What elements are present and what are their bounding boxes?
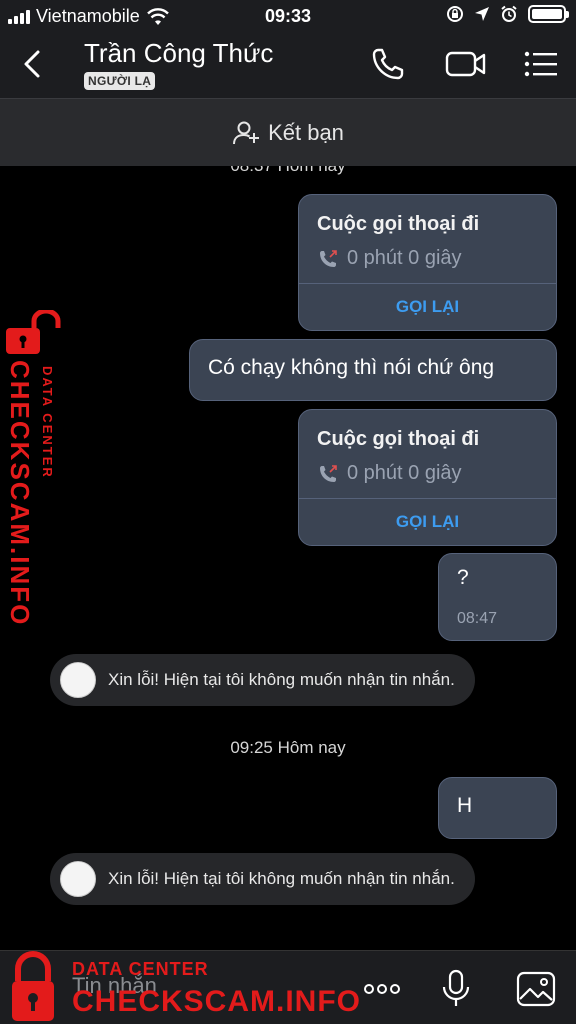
system-notice-text: Xin lỗi! Hiện tại tôi không muốn nhận ti… — [108, 670, 455, 689]
avatar — [60, 861, 96, 897]
call-back-button[interactable]: GỌI LẠI — [299, 512, 556, 532]
timestamp-divider: 09:25 Hôm nay — [230, 738, 346, 757]
call-duration: 0 phút 0 giây — [317, 247, 462, 270]
outgoing-call-card[interactable]: Cuộc gọi thoại đi 0 phút 0 giây GỌI LẠI — [298, 409, 557, 546]
watermark-label: DATA CENTER — [40, 366, 55, 479]
outgoing-call-icon — [320, 464, 337, 482]
back-arrow-icon[interactable] — [18, 46, 48, 82]
call-back-button[interactable]: GỌI LẠI — [299, 297, 556, 317]
divider — [299, 498, 556, 499]
add-friend-bar[interactable]: Kết bạn — [0, 98, 576, 166]
watermark-vertical: CHECKSCAM.INFO DATA CENTER — [2, 310, 66, 626]
alarm-icon — [501, 5, 517, 22]
watermark-label: DATA CENTER — [72, 959, 209, 979]
watermark-site: CHECKSCAM.INFO — [72, 985, 361, 1018]
message-bubble[interactable]: ? 08:47 — [438, 553, 557, 641]
video-call-icon[interactable] — [444, 44, 488, 84]
location-icon — [475, 7, 489, 21]
image-icon[interactable] — [514, 967, 558, 1011]
lock-icon — [6, 310, 61, 354]
message-bubble[interactable]: Có chạy không thì nói chứ ông — [189, 339, 557, 401]
add-friend-icon — [233, 121, 260, 144]
battery-icon — [528, 5, 569, 23]
timestamp-divider: 08:37 Hôm nay — [0, 166, 576, 176]
message-time: 08:47 — [457, 610, 498, 627]
system-notice: Xin lỗi! Hiện tại tôi không muốn nhận ti… — [50, 654, 475, 706]
call-title: Cuộc gọi thoại đi — [317, 428, 480, 450]
stranger-badge: NGƯỜI LẠ — [84, 72, 156, 90]
call-duration: 0 phút 0 giây — [317, 462, 462, 485]
more-options-icon[interactable] — [360, 967, 404, 1011]
call-duration-text: 0 phút 0 giây — [347, 247, 462, 269]
message-composer: Tin nhắn DATA CENTER CHECKSCAM.INFO — [0, 950, 576, 1024]
chat-area[interactable]: 08:37 Hôm nay Cuộc gọi thoại đi 0 phút 0… — [0, 166, 576, 950]
message-text: ? — [457, 566, 469, 589]
divider — [299, 283, 556, 284]
menu-list-icon[interactable] — [522, 44, 560, 84]
lock-icon — [12, 951, 54, 1021]
phone-call-icon[interactable] — [368, 44, 408, 84]
rotation-lock-icon — [447, 6, 463, 22]
microphone-icon[interactable] — [434, 967, 478, 1011]
chat-header: Trần Công Thức NGƯỜI LẠ — [0, 32, 576, 98]
add-friend-label: Kết bạn — [268, 119, 344, 145]
call-duration-text: 0 phút 0 giây — [347, 462, 462, 484]
system-notice-text: Xin lỗi! Hiện tại tôi không muốn nhận ti… — [108, 869, 455, 888]
avatar — [60, 662, 96, 698]
status-bar: Vietnamobile 09:33 — [0, 0, 576, 32]
system-notice: Xin lỗi! Hiện tại tôi không muốn nhận ti… — [50, 853, 475, 905]
outgoing-call-card[interactable]: Cuộc gọi thoại đi 0 phút 0 giây GỌI LẠI — [298, 194, 557, 331]
message-bubble[interactable]: H — [438, 777, 557, 839]
watermark-site: CHECKSCAM.INFO — [5, 360, 35, 627]
status-right — [446, 5, 569, 23]
contact-name[interactable]: Trần Công Thức — [84, 38, 273, 69]
outgoing-call-icon — [320, 249, 337, 267]
call-title: Cuộc gọi thoại đi — [317, 213, 480, 235]
